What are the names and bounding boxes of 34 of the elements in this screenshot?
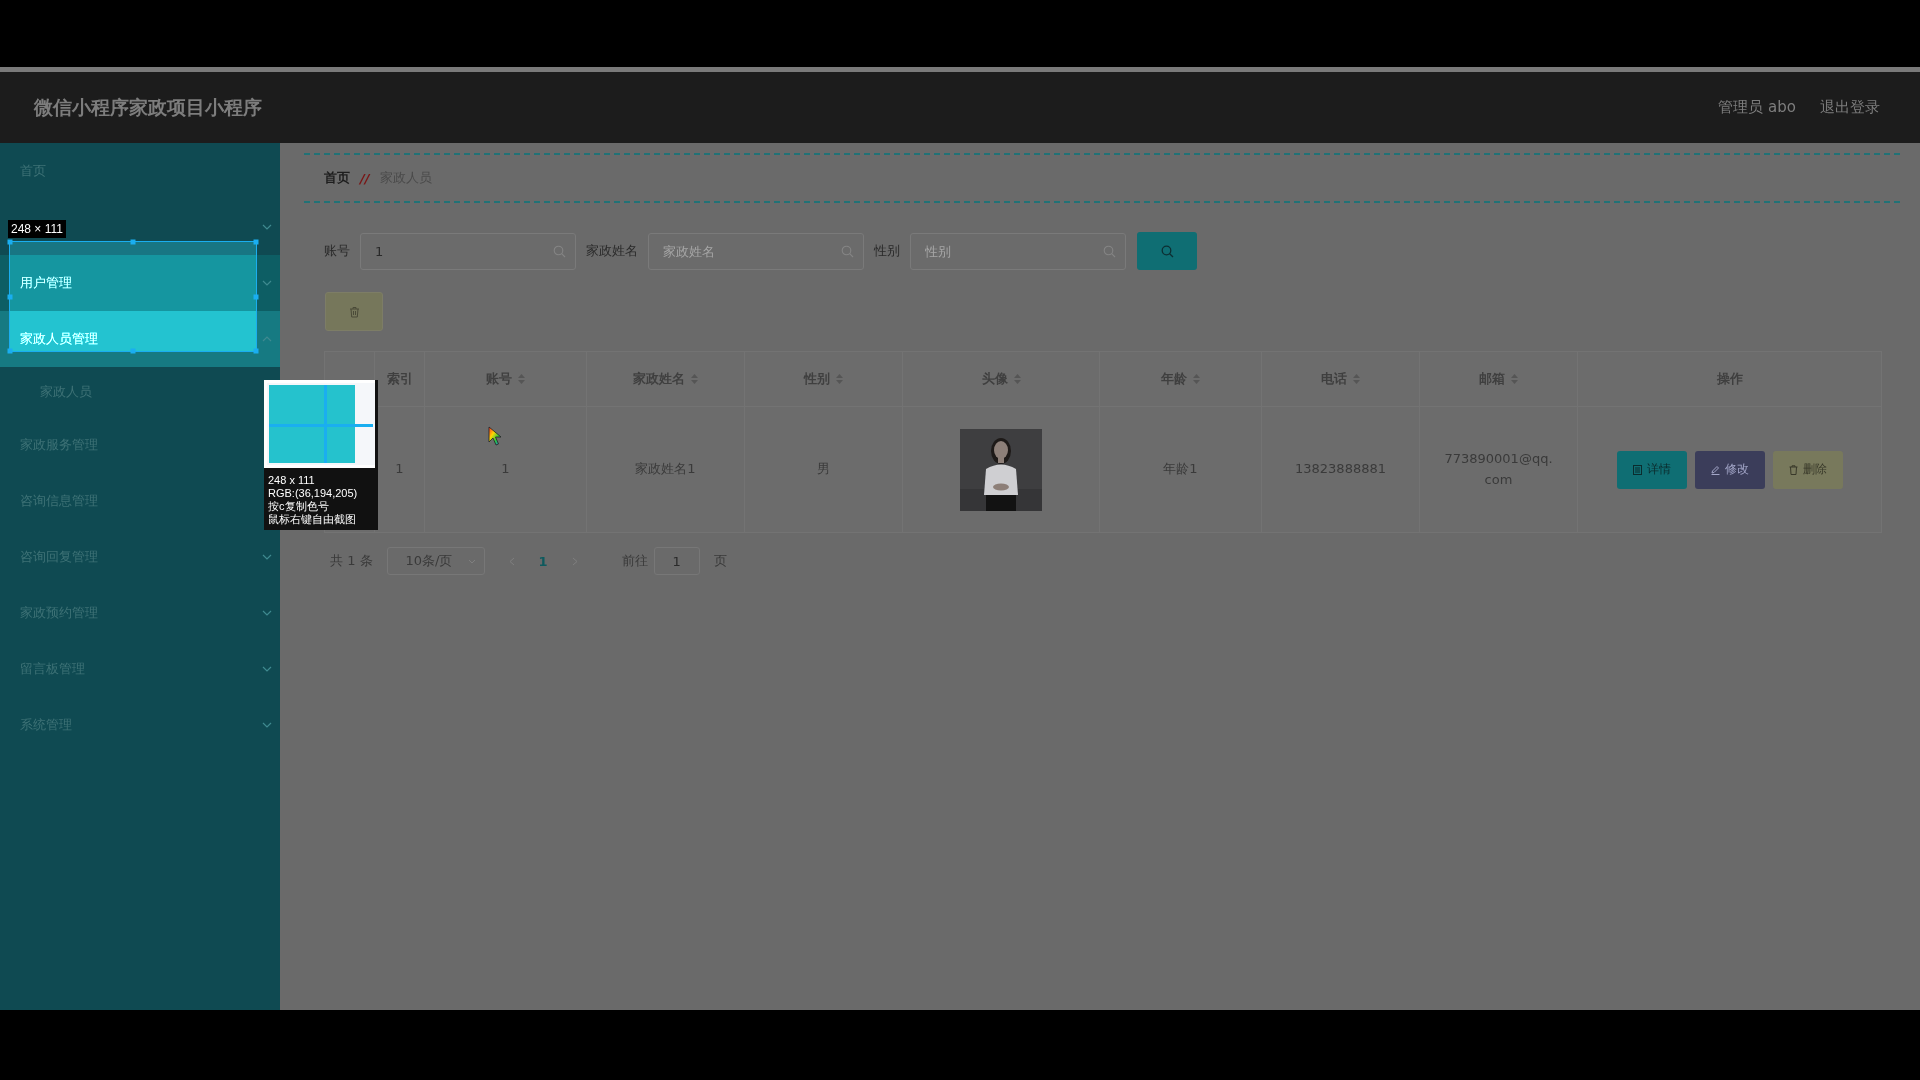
sidebar-item[interactable]: 用户管理	[0, 255, 280, 311]
magnifier-info: 鼠标右键自由截图	[267, 513, 357, 526]
magnifier-info: 248 x 111	[267, 474, 316, 487]
logout-link[interactable]: 退出登录	[1820, 98, 1880, 117]
search-icon	[1160, 244, 1174, 258]
search-icon	[1103, 244, 1116, 258]
magnifier-info: 按c复制色号	[267, 500, 330, 513]
search-icon	[553, 244, 566, 258]
trash-icon	[348, 305, 360, 318]
breadcrumb-separator: //	[360, 170, 370, 186]
pencil-icon	[1710, 464, 1720, 475]
app-title: 微信小程序家政项目小程序	[34, 94, 262, 120]
edit-button[interactable]: 修改	[1694, 450, 1765, 489]
search-icon	[841, 244, 854, 258]
selection-frame[interactable]	[9, 241, 257, 352]
document-icon	[1632, 464, 1642, 475]
cursor-icon	[488, 426, 502, 446]
detail-button[interactable]: 详情	[1616, 450, 1687, 489]
field-label: 性别	[874, 242, 900, 260]
search-button[interactable]	[1137, 232, 1197, 270]
breadcrumb-item[interactable]: 首页	[324, 169, 350, 187]
user-name: 管理员 abo	[1718, 98, 1796, 117]
page-input[interactable]: 1	[653, 547, 700, 575]
trash-icon	[1788, 464, 1798, 475]
delete-button[interactable]: 删除	[1772, 450, 1843, 489]
field-label: 家政姓名	[586, 242, 638, 260]
sidebar-item[interactable]: 家政人员管理	[0, 311, 280, 367]
magnifier-info: RGB:(36,194,205)	[267, 487, 359, 500]
search-field[interactable]: 1	[360, 232, 576, 270]
batch-delete-button[interactable]	[325, 292, 383, 331]
page-number[interactable]: 1	[538, 553, 548, 569]
size-label: 248 × 111	[8, 220, 66, 238]
search-field[interactable]: 性别	[910, 232, 1126, 270]
field-label: 账号	[324, 242, 350, 260]
